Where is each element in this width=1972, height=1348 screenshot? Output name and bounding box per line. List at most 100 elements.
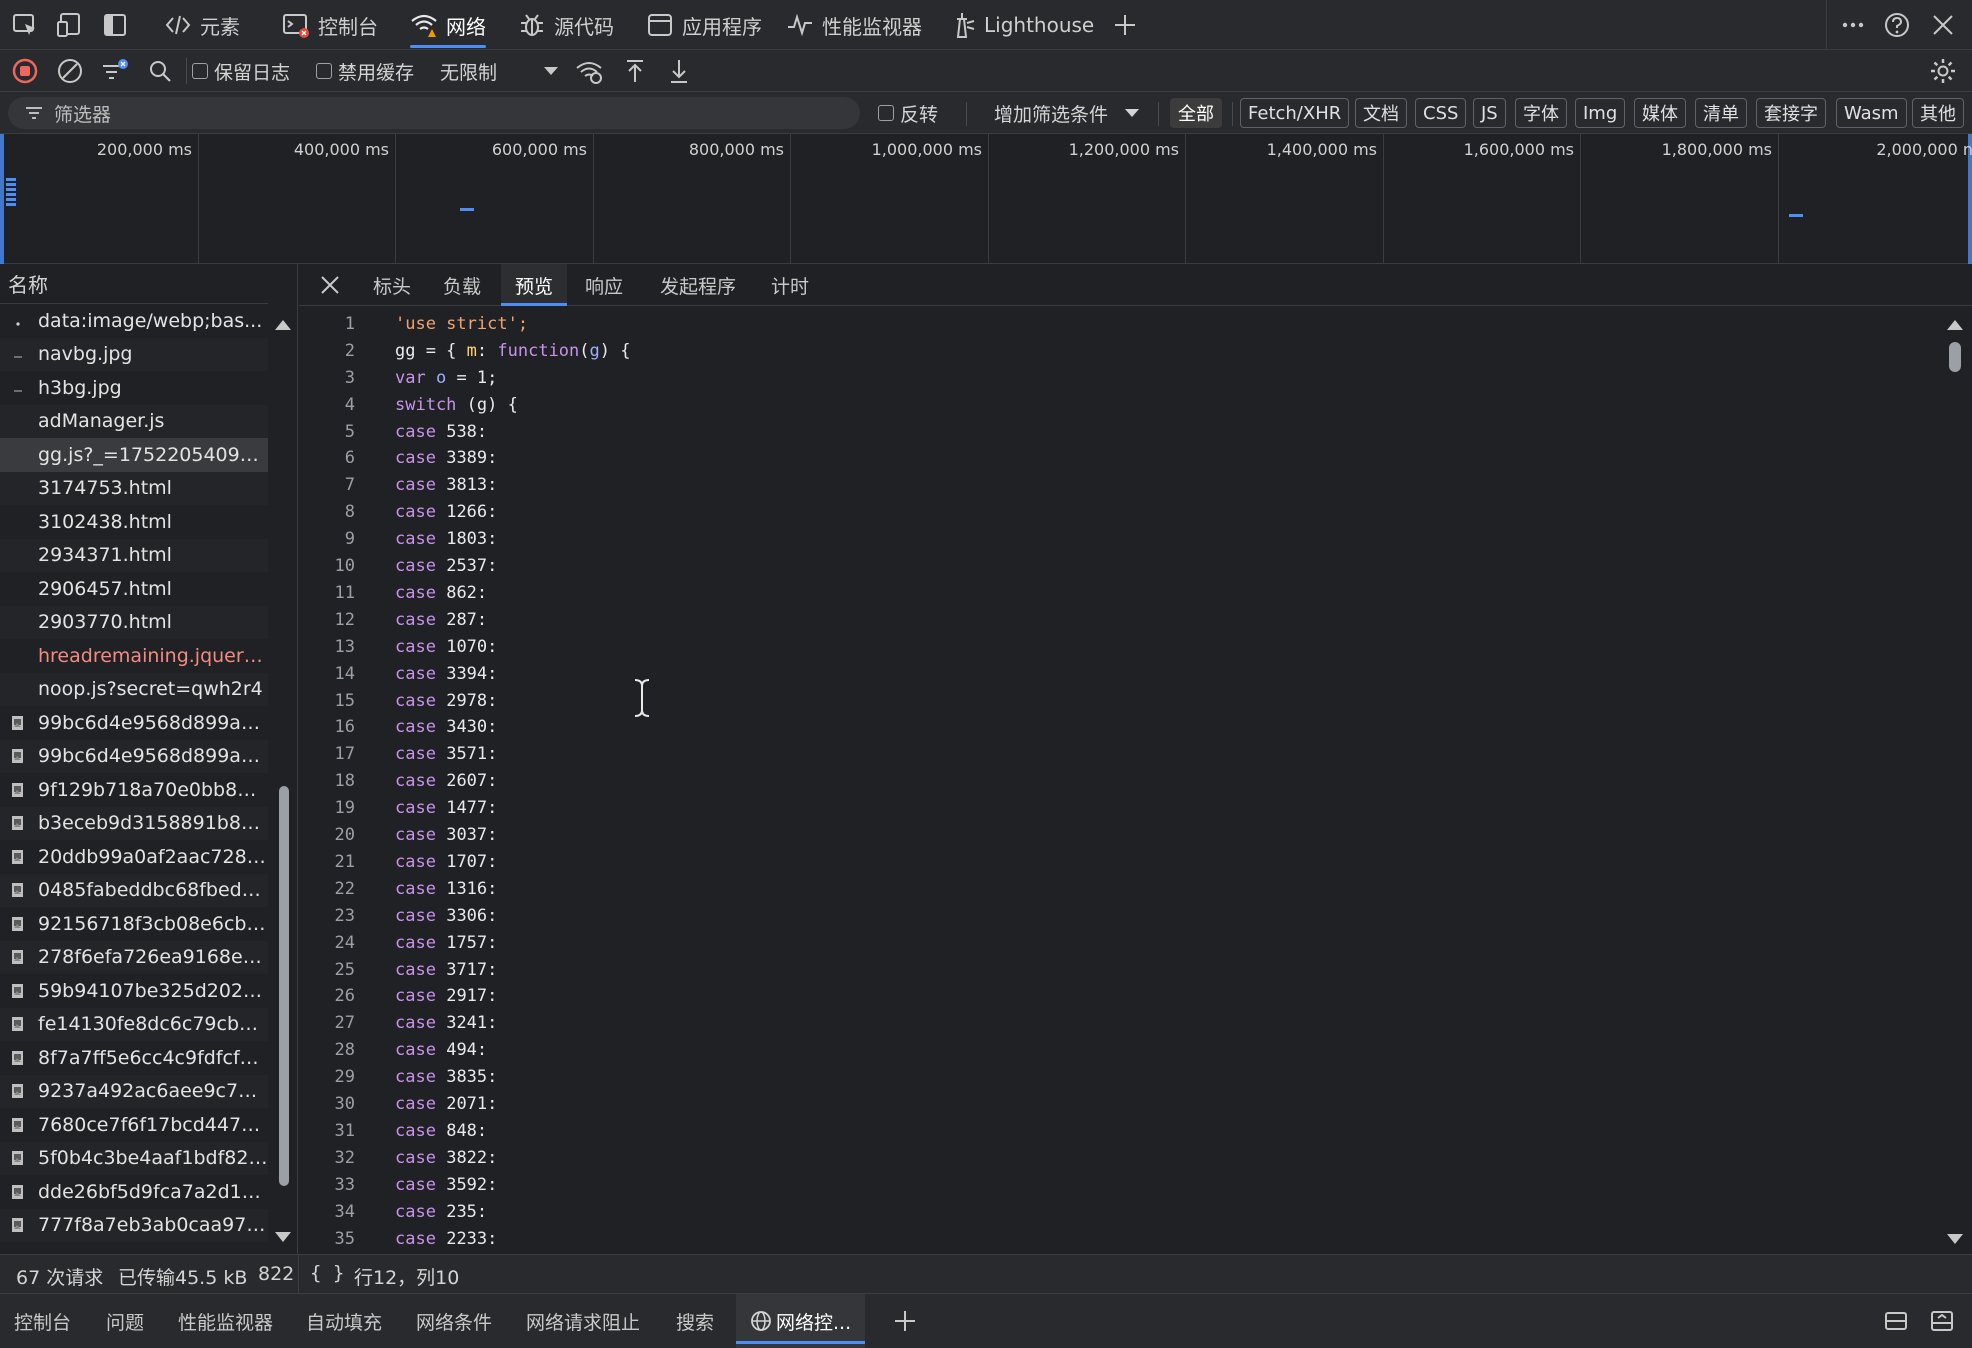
filter-type-manifest[interactable]: 清单 (1695, 98, 1747, 128)
filter-type-other[interactable]: 其他 (1912, 98, 1964, 128)
tab-headers[interactable]: 标头 (365, 264, 419, 306)
request-row[interactable]: 99bc6d4e9568d899a32... (0, 739, 268, 773)
drawer-tab-network-conditions[interactable]: 网络条件 (416, 1294, 492, 1348)
request-list-scrollbar[interactable] (272, 304, 294, 1254)
record-button[interactable] (10, 56, 40, 86)
drawer-tab-search[interactable]: 搜索 (676, 1294, 714, 1348)
filter-type-js[interactable]: JS (1473, 98, 1506, 128)
request-row[interactable]: gg.js?_=1752205409337 (0, 438, 268, 472)
tab-elements[interactable]: 元素 (164, 0, 240, 50)
throttling-select[interactable]: 无限制 (440, 56, 561, 86)
request-row[interactable]: data:image/webp;bas... (0, 304, 268, 338)
filter-type-doc[interactable]: 文档 (1355, 98, 1407, 128)
filter-type-all[interactable]: 全部 (1170, 98, 1222, 128)
request-row[interactable]: 2934371.html (0, 538, 268, 572)
filter-type-media[interactable]: 媒体 (1634, 98, 1686, 128)
request-row[interactable]: 8f7a7ff5e6cc4c9fdfcf47... (0, 1041, 268, 1075)
checkbox-box[interactable] (192, 63, 208, 79)
filter-type-socket[interactable]: 套接字 (1756, 98, 1826, 128)
timeline-overview[interactable]: 200,000 ms 400,000 ms 600,000 ms 800,000 ms… (0, 134, 1972, 264)
device-toolbar-icon[interactable] (55, 10, 85, 40)
pretty-print-button[interactable]: { } (310, 1262, 344, 1284)
request-row[interactable]: fe14130fe8dc6c79cbe0... (0, 1007, 268, 1041)
dock-side-icon[interactable] (100, 10, 130, 40)
filter-type-fetch-xhr[interactable]: Fetch/XHR (1240, 98, 1350, 128)
drawer-tab-autofill[interactable]: 自动填充 (306, 1294, 382, 1348)
request-row[interactable]: 0485fabeddbc68fbeddf... (0, 873, 268, 907)
request-row[interactable]: navbg.jpg (0, 337, 268, 371)
tab-response[interactable]: 响应 (577, 264, 631, 306)
tab-performance-monitor[interactable]: 性能监视器 (786, 0, 922, 50)
tab-preview[interactable]: 预览 (501, 264, 568, 306)
request-row[interactable]: 2903770.html (0, 605, 268, 639)
tab-lighthouse[interactable]: Lighthouse (948, 0, 1094, 50)
request-row[interactable]: 278f6efa726ea9168efd... (0, 940, 268, 974)
request-row[interactable]: 7680ce7f6f17bcd447c5... (0, 1108, 268, 1142)
request-row[interactable]: b3eceb9d3158891b8b... (0, 806, 268, 840)
tab-initiator[interactable]: 发起程序 (652, 264, 744, 306)
invert-checkbox[interactable]: 反转 (878, 98, 938, 128)
name-column-header[interactable]: 名称 (0, 264, 268, 304)
checkbox-box[interactable] (878, 105, 894, 121)
drawer-undock-button[interactable] (1882, 1294, 1910, 1348)
drawer-tab-request-blocking[interactable]: 网络请求阻止 (526, 1294, 640, 1348)
request-row[interactable]: 59b94107be325d2020... (0, 974, 268, 1008)
more-options-icon[interactable] (1838, 10, 1868, 40)
inspect-element-icon[interactable] (10, 10, 40, 40)
request-row[interactable]: 2906457.html (0, 572, 268, 606)
close-detail-button[interactable] (315, 264, 345, 306)
request-row[interactable]: 9237a492ac6aee9c7a8... (0, 1074, 268, 1108)
drawer-tab-console[interactable]: 控制台 (14, 1294, 71, 1348)
request-row[interactable]: 777f8a7eb3ab0caa974f... (0, 1208, 268, 1242)
tab-payload[interactable]: 负载 (435, 264, 489, 306)
timeline-tick-label: 2,000,000 n (1876, 140, 1972, 159)
request-row[interactable]: 5f0b4c3be4aaf1bdf821... (0, 1141, 268, 1175)
add-tab-icon[interactable] (1110, 10, 1140, 40)
tab-network[interactable]: 网络 (410, 0, 486, 50)
filter-toggle-button[interactable] (100, 56, 130, 86)
preserve-log-checkbox[interactable]: 保留日志 (192, 56, 290, 86)
help-icon[interactable] (1882, 10, 1912, 40)
filter-type-font[interactable]: 字体 (1515, 98, 1567, 128)
drawer-add-tab-button[interactable] (892, 1294, 918, 1348)
filter-type-css[interactable]: CSS (1415, 98, 1467, 128)
request-row[interactable]: noop.js?secret=qwh2r4 (0, 672, 268, 706)
request-row[interactable]: 3174753.html (0, 471, 268, 505)
more-filters-dropdown[interactable]: 增加筛选条件 (994, 98, 1142, 128)
request-row[interactable]: h3bg.jpg (0, 371, 268, 405)
tab-sources[interactable]: 源代码 (518, 0, 614, 50)
filter-type-img[interactable]: Img (1575, 98, 1626, 128)
checkbox-box[interactable] (316, 63, 332, 79)
request-row[interactable]: 99bc6d4e9568d899a32... (0, 706, 268, 740)
image-file-icon (10, 847, 26, 867)
network-conditions-button[interactable] (574, 56, 604, 86)
export-har-button[interactable] (664, 56, 694, 86)
overview-left-handle[interactable] (0, 134, 4, 264)
close-devtools-icon[interactable] (1928, 10, 1958, 40)
tab-console[interactable]: 控制台 (282, 0, 378, 50)
filter-bar: 筛选器 反转 增加筛选条件 全部 Fetch/XHR 文档 CSS JS 字体 … (0, 92, 1972, 134)
tab-timing[interactable]: 计时 (763, 264, 817, 306)
drawer-close-button[interactable] (1928, 1294, 1956, 1348)
disable-cache-checkbox[interactable]: 禁用缓存 (316, 56, 414, 86)
network-settings-button[interactable] (1928, 56, 1958, 86)
filter-input[interactable]: 筛选器 (8, 97, 860, 129)
request-row[interactable]: 3102438.html (0, 505, 268, 539)
code-line: 31 case 848: (334, 1120, 488, 1141)
search-button[interactable] (145, 56, 175, 86)
filter-type-wasm[interactable]: Wasm (1836, 98, 1907, 128)
clear-button[interactable] (55, 56, 85, 86)
tab-application[interactable]: 应用程序 (646, 0, 762, 50)
code-scrollbar[interactable] (1940, 306, 1970, 1254)
import-har-button[interactable] (620, 56, 650, 86)
request-row[interactable]: adManager.js (0, 404, 268, 438)
drawer-tab-network-console[interactable]: 网络控... (736, 1294, 866, 1348)
request-row[interactable]: 20ddb99a0af2aac7285... (0, 840, 268, 874)
request-row[interactable]: dde26bf5d9fca7a2d1d... (0, 1175, 268, 1209)
request-row[interactable]: hreadremaining.jquery.... (0, 639, 268, 673)
request-row[interactable]: 92156718f3cb08e6cba... (0, 907, 268, 941)
code-preview[interactable]: 1'use strict'; 2 gg = { m: function(g) { … (299, 306, 1939, 1254)
drawer-tab-performance-monitor[interactable]: 性能监视器 (178, 1294, 273, 1348)
drawer-tab-issues[interactable]: 问题 (106, 1294, 144, 1348)
request-row[interactable]: 9f129b718a70e0bb89e... (0, 773, 268, 807)
